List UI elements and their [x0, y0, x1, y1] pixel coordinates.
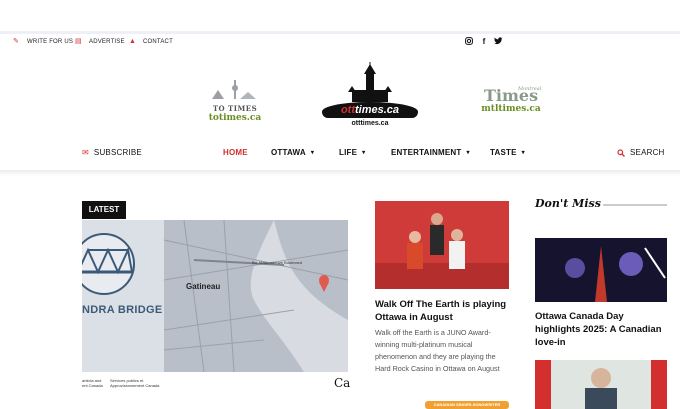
write-for-us-label: WRITE FOR US — [27, 39, 74, 45]
nav-item-home[interactable]: HOME — [223, 148, 248, 157]
bridge-name-text: NDRA BRIDGE — [82, 304, 163, 316]
category-tag[interactable]: CANADIAN SINGER-SONGWRITER — [425, 401, 509, 409]
nav-item-taste[interactable]: TASTE ▾ — [490, 148, 525, 157]
twitter-icon[interactable] — [493, 37, 503, 47]
toronto-skyline-icon — [212, 80, 256, 99]
credit-mid-2: Approvisionnement Canada — [110, 383, 160, 388]
chevron-down-icon: ▾ — [362, 150, 366, 156]
chevron-down-icon: ▾ — [521, 150, 525, 156]
mtltimes-domain: mtltimes.ca — [481, 104, 541, 114]
facebook-icon[interactable]: f — [479, 37, 489, 46]
sidebar-story-image[interactable] — [535, 238, 667, 302]
nav-item-entertainment[interactable]: ENTERTAINMENT ▾ — [391, 148, 470, 157]
map-road-label: Bd. Maisonneuve Boulevard — [252, 260, 303, 265]
otttimes-wordmark: otttimes.ca — [322, 102, 418, 118]
concert-photo — [535, 238, 667, 302]
write-for-us-link[interactable]: ✎ WRITE FOR US — [13, 38, 73, 46]
subscribe-label: SUBSCRIBE — [93, 148, 142, 157]
search-label: SEARCH — [630, 148, 665, 157]
home-icon: ▲ — [129, 38, 137, 45]
bridge-illustration — [82, 233, 135, 295]
latest-featured-image[interactable]: NDRA BRIDGE Bd. Maisonneuve Boulevard Ga… — [82, 220, 348, 372]
nav-item-label: LIFE — [339, 148, 358, 157]
nav-item-ottawa[interactable]: OTTAWA ▾ — [271, 148, 314, 157]
pencil-icon: ✎ — [13, 38, 20, 45]
nav-item-life[interactable]: LIFE ▾ — [339, 148, 365, 157]
chevron-down-icon: ▾ — [310, 150, 315, 156]
band-photo — [375, 201, 509, 289]
main-nav: ✉ SUBSCRIBE HOME OTTAWA ▾ LIFE ▾ ENTERTA… — [0, 140, 680, 166]
browser-top-strip — [0, 0, 680, 34]
chevron-down-icon: ▾ — [466, 150, 470, 156]
contact-label: CONTACT — [143, 39, 173, 45]
image-credit: anticia and ent Canada Services publics … — [82, 376, 351, 396]
otttimes-domain: otttimes.ca — [351, 120, 389, 127]
parliament-tower-icon — [348, 62, 392, 102]
map-streets — [163, 220, 348, 372]
mtltimes-sub: Montreal — [518, 86, 542, 92]
envelope-icon: ✉ — [82, 148, 89, 157]
article-title[interactable]: Walk Off The Earth is playing Ottawa in … — [375, 298, 509, 324]
article-card[interactable]: Walk Off The Earth is playing Ottawa in … — [375, 201, 509, 375]
dont-miss-sidebar: Don't Miss Ottawa Canada Day highlights … — [535, 197, 667, 409]
nav-shadow — [0, 170, 680, 176]
instagram-icon[interactable] — [464, 37, 474, 47]
advertise-link[interactable]: ▤ ADVERTISE — [75, 38, 125, 46]
otttimes-wordmark-post: times.ca — [355, 104, 400, 116]
subscribe-button[interactable]: ✉ SUBSCRIBE — [82, 148, 142, 157]
sidebar-title-rule — [603, 204, 667, 206]
logos-row: TO TIMES totimes.ca otttimes.ca otttimes… — [0, 52, 680, 132]
otttimes-logo[interactable]: otttimes.ca otttimes.ca — [322, 62, 418, 132]
credit-right: Ca — [334, 376, 351, 390]
utility-bar: ✎ WRITE FOR US ▤ ADVERTISE ▲ CONTACT f — [0, 34, 680, 52]
nav-item-label: ENTERTAINMENT — [391, 148, 462, 157]
map-panel: Bd. Maisonneuve Boulevard Gatineau — [163, 220, 348, 372]
totimes-logo[interactable]: TO TIMES totimes.ca — [204, 78, 266, 123]
credit-left-2: ent Canada — [82, 383, 103, 388]
otttimes-wordmark-pre: ott — [340, 104, 355, 116]
nav-item-label: HOME — [223, 148, 248, 157]
sidebar-story-title[interactable]: Ottawa Canada Day highlights 2025: A Can… — [535, 310, 667, 349]
mtltimes-logo[interactable]: Times Montreal mtltimes.ca — [478, 86, 544, 114]
advertise-label: ADVERTISE — [89, 39, 125, 45]
nav-item-label: OTTAWA — [271, 148, 306, 157]
contact-link[interactable]: ▲ CONTACT — [129, 38, 173, 46]
search-icon — [617, 148, 625, 157]
newspaper-icon: ▤ — [75, 38, 82, 45]
portrait-photo — [535, 360, 667, 409]
bridge-panel: NDRA BRIDGE — [82, 220, 164, 372]
search-button[interactable]: SEARCH — [617, 148, 665, 157]
totimes-domain: totimes.ca — [208, 113, 262, 123]
totimes-title: TO TIMES — [212, 104, 258, 113]
article-image[interactable] — [375, 201, 509, 289]
nav-item-label: TASTE — [490, 148, 517, 157]
map-place-label: Gatineau — [186, 282, 221, 291]
article-excerpt: Walk off the Earth is a JUNO Award-winni… — [375, 328, 500, 373]
sidebar-story-image-2[interactable] — [535, 360, 667, 409]
latest-tag: LATEST — [82, 201, 126, 219]
